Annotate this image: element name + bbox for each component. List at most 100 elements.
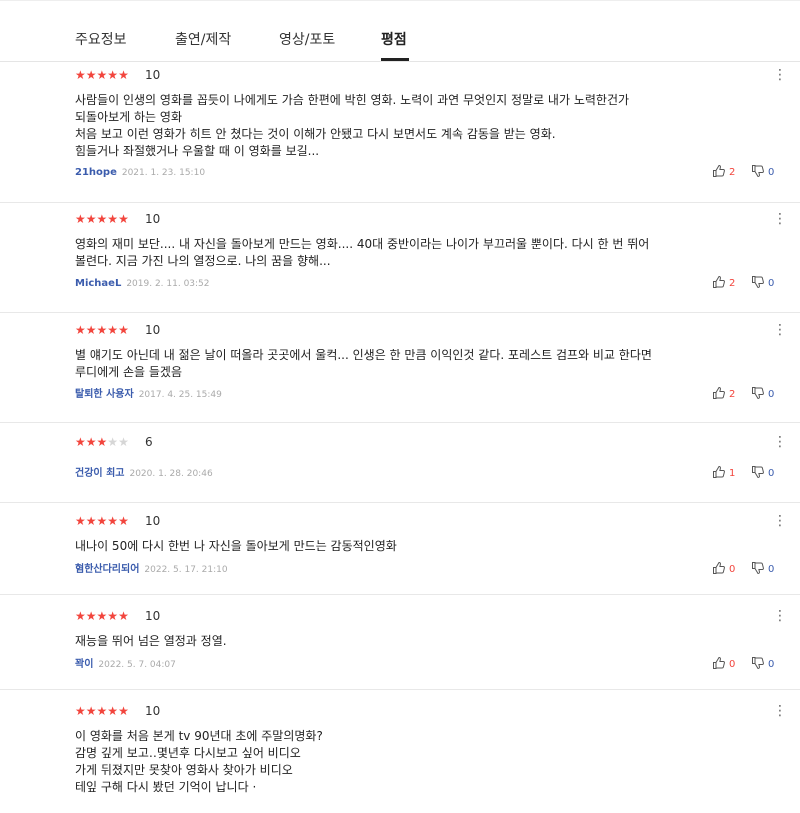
star-icon: ★ xyxy=(96,212,108,226)
rating-stars: ★★★★★ xyxy=(75,435,129,449)
review-text: 내나이 50에 다시 한번 나 자신을 돌아보게 만드는 감동적인영화 xyxy=(75,539,397,553)
like-count: 1 xyxy=(729,468,736,479)
review-date: 2022. 5. 17. 21:10 xyxy=(144,565,228,575)
like-count: 2 xyxy=(729,389,736,400)
thumbs-down-icon xyxy=(751,165,765,178)
dislike-button[interactable]: 0 xyxy=(751,164,774,180)
dislike-button[interactable]: 0 xyxy=(751,465,774,481)
star-icon: ★ xyxy=(75,323,86,337)
star-icon: ★ xyxy=(96,514,108,528)
more-vertical-icon[interactable]: ⋮ xyxy=(773,704,787,718)
thumbs-down-icon xyxy=(751,466,765,479)
review-item: ★★★★★ 10 ⋮ 이 영화를 처음 본게 tv 90년대 초에 주말의명화? 감명… xyxy=(0,689,800,813)
thumbs-up-icon xyxy=(712,164,726,178)
review-author[interactable]: 혐한산다리되어 xyxy=(75,564,139,575)
review-item: ★★★★★ 10 ⋮ 영화의 재미 보단.... 내 자신을 돌아보게 만드는 영화.… xyxy=(0,202,800,313)
rating-score: 6 xyxy=(145,435,153,449)
star-icon: ★ xyxy=(75,609,86,623)
star-icon: ★ xyxy=(85,68,97,82)
dislike-button[interactable]: 0 xyxy=(751,275,774,291)
tab-cast-crew[interactable]: 출연/제작 xyxy=(175,29,231,49)
more-vertical-icon[interactable]: ⋮ xyxy=(773,212,787,226)
review-author-line: 건강이 최고 2020. 1. 28. 20:46 xyxy=(75,468,213,480)
dislike-button[interactable]: 0 xyxy=(751,656,774,672)
review-date: 2021. 1. 23. 15:10 xyxy=(121,168,206,178)
thumbs-down-icon xyxy=(751,276,765,289)
tab-ratings[interactable]: 평점 xyxy=(381,29,407,49)
thumbs-down-icon xyxy=(751,562,765,575)
star-icon: ★ xyxy=(107,68,119,82)
star-icon: ★ xyxy=(107,514,119,528)
star-icon: ★ xyxy=(107,609,119,623)
review-author[interactable]: 21hope xyxy=(75,167,117,178)
dislike-count: 0 xyxy=(768,564,775,575)
review-author[interactable]: 탈퇴한 사용자 xyxy=(75,389,134,400)
like-button[interactable]: 2 xyxy=(712,386,735,402)
review-author[interactable]: 꽉이 xyxy=(75,659,93,670)
star-icon: ★ xyxy=(75,435,86,449)
star-icon: ★ xyxy=(96,435,108,449)
star-icon: ★ xyxy=(96,323,108,337)
review-date: 2020. 1. 28. 20:46 xyxy=(129,469,213,479)
rating-stars: ★★★★★ xyxy=(75,514,129,528)
like-count: 0 xyxy=(729,659,736,670)
rating-score: 10 xyxy=(145,514,161,528)
star-icon: ★ xyxy=(85,435,97,449)
star-icon: ★ xyxy=(118,68,129,82)
thumbs-down-icon xyxy=(751,387,765,400)
like-button[interactable]: 2 xyxy=(712,275,735,291)
tab-main-info[interactable]: 주요정보 xyxy=(75,29,127,49)
rating-score: 10 xyxy=(145,323,161,337)
review-item: ★★★★★ 10 ⋮ 별 얘기도 아닌데 내 젊은 날이 떠올라 곳곳에서 울컥...… xyxy=(0,312,800,423)
review-author-line: 21hope 2021. 1. 23. 15:10 xyxy=(75,167,205,179)
more-vertical-icon[interactable]: ⋮ xyxy=(773,435,787,449)
dislike-button[interactable]: 0 xyxy=(751,386,774,402)
rating-stars: ★★★★★ xyxy=(75,212,129,226)
review-author-line: 혐한산다리되어 2022. 5. 17. 21:10 xyxy=(75,564,228,576)
star-icon: ★ xyxy=(118,435,129,449)
star-icon: ★ xyxy=(118,323,129,337)
dislike-button[interactable]: 0 xyxy=(751,561,774,577)
like-button[interactable]: 0 xyxy=(712,561,735,577)
dislike-count: 0 xyxy=(768,389,775,400)
more-vertical-icon[interactable]: ⋮ xyxy=(773,68,787,82)
star-icon: ★ xyxy=(85,323,97,337)
dislike-count: 0 xyxy=(768,659,775,670)
thumbs-down-icon xyxy=(751,657,765,670)
thumbs-up-icon xyxy=(712,275,726,289)
rating-stars: ★★★★★ xyxy=(75,68,129,82)
like-button[interactable]: 1 xyxy=(712,465,735,481)
star-icon: ★ xyxy=(75,514,86,528)
more-vertical-icon[interactable]: ⋮ xyxy=(773,609,787,623)
star-icon: ★ xyxy=(118,609,129,623)
review-text: 이 영화를 처음 본게 tv 90년대 초에 주말의명화? 감명 깊게 보고‥몇… xyxy=(75,729,323,794)
star-icon: ★ xyxy=(96,704,108,718)
review-item: ★★★★★ 6 ⋮ 건강이 최고 2020. 1. 28. 20:46 1 0 xyxy=(0,422,800,503)
rating-stars: ★★★★★ xyxy=(75,323,129,337)
review-text: 영화의 재미 보단.... 내 자신을 돌아보게 만드는 영화.... 40대 … xyxy=(75,237,650,268)
rating-score: 10 xyxy=(145,212,161,226)
like-button[interactable]: 0 xyxy=(712,656,735,672)
rating-stars: ★★★★★ xyxy=(75,704,129,718)
more-vertical-icon[interactable]: ⋮ xyxy=(773,323,787,337)
star-icon: ★ xyxy=(75,212,86,226)
rating-score: 10 xyxy=(145,68,161,82)
rating-stars: ★★★★★ xyxy=(75,609,129,623)
like-count: 2 xyxy=(729,278,736,289)
star-icon: ★ xyxy=(75,68,86,82)
star-icon: ★ xyxy=(85,212,97,226)
review-author[interactable]: 건강이 최고 xyxy=(75,468,124,479)
review-date: 2019. 2. 11. 03:52 xyxy=(126,279,210,289)
review-author[interactable]: MichaeL xyxy=(75,278,121,289)
review-date: 2022. 5. 7. 04:07 xyxy=(98,660,176,670)
more-vertical-icon[interactable]: ⋮ xyxy=(773,514,787,528)
dislike-count: 0 xyxy=(768,278,775,289)
tab-video-photo[interactable]: 영상/포토 xyxy=(279,29,335,49)
dislike-count: 0 xyxy=(768,167,775,178)
star-icon: ★ xyxy=(107,212,119,226)
thumbs-up-icon xyxy=(712,465,726,479)
review-text: 별 얘기도 아닌데 내 젊은 날이 떠올라 곳곳에서 울컥... 인생은 한 만… xyxy=(75,348,652,379)
tab-bar: 주요정보 출연/제작 영상/포토 평점 xyxy=(0,0,800,62)
review-author-line: 탈퇴한 사용자 2017. 4. 25. 15:49 xyxy=(75,389,222,401)
like-button[interactable]: 2 xyxy=(712,164,735,180)
